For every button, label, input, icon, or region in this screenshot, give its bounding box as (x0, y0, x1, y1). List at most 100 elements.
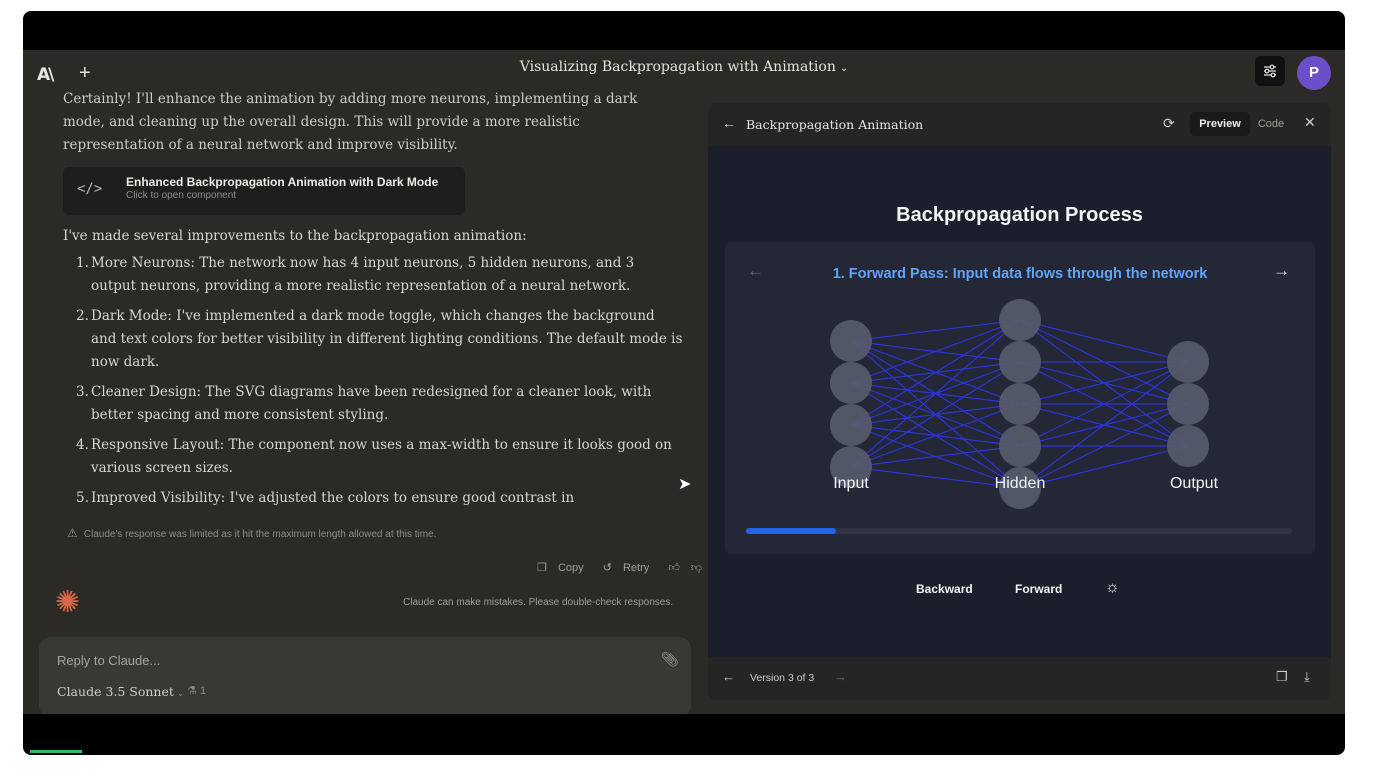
animation-controls: Backward Forward ☼ (708, 578, 1331, 602)
sliders-icon (1264, 64, 1276, 78)
copy-label: Copy (557, 562, 584, 574)
list-item-number: 4. (76, 437, 89, 453)
download-icon[interactable]: ⤓ (1304, 669, 1310, 685)
artifact-title: Backpropagation Animation (746, 117, 924, 132)
message-actions: ❐ Copy ↺ Retry 👍︎ 👎︎ (537, 561, 710, 574)
claude-spark-icon: ✺ (55, 586, 81, 619)
assistant-message: Certainly! I'll enhance the animation by… (63, 88, 683, 517)
list-item: 3. Cleaner Design: The SVG diagrams have … (63, 381, 683, 427)
chevron-down-icon: ⌄ (839, 63, 849, 74)
version-label: Version 3 of 3 (750, 672, 815, 684)
neuron (999, 299, 1041, 341)
close-icon[interactable]: ✕ (1304, 114, 1316, 131)
refresh-icon[interactable]: ⟳ (1163, 115, 1175, 132)
neuron (830, 404, 872, 446)
preview-heading: Backpropagation Process (896, 204, 1143, 226)
progress-track (746, 528, 1292, 534)
length-warning: ⚠ Claude's response was limited as it hit… (67, 526, 436, 540)
flask-icon: ⚗ (187, 685, 197, 697)
claude-app: A\ + Visualizing Backpropagation with An… (23, 50, 1345, 714)
neuron (1167, 383, 1209, 425)
warning-icon: ⚠ (67, 526, 78, 540)
retry-button[interactable]: ↺ Retry (603, 562, 658, 574)
improvement-list: 1. More Neurons: The network now has 4 in… (63, 252, 683, 510)
mouse-cursor-icon: ➤ (678, 476, 692, 493)
layer-label: Input (833, 475, 869, 492)
connection-edge (1019, 319, 1189, 363)
conversation-title-text: Visualizing Backpropagation with Animati… (519, 59, 836, 75)
step-label: 1. Forward Pass: Input data flows throug… (832, 266, 1208, 282)
backward-button[interactable]: Backward (916, 582, 973, 596)
paperclip-icon[interactable]: 📎︎ (661, 651, 679, 668)
retry-label: Retry (622, 562, 650, 574)
tab-code[interactable]: Code (1250, 112, 1292, 136)
list-item-text: Cleaner Design: The SVG diagrams have be… (91, 384, 652, 423)
thumbs-up-icon[interactable]: 👍︎ (668, 562, 680, 574)
artifact-footer: ← Version 3 of 3 → ❐ ⤓ (708, 657, 1331, 700)
connection-edge (850, 319, 1021, 384)
code-icon: </> (77, 181, 103, 197)
copy-icon: ❐ (537, 562, 547, 574)
neuron (830, 362, 872, 404)
list-item-number: 1. (76, 255, 89, 271)
list-item-text: Improved Visibility: I've adjusted the c… (91, 490, 575, 506)
view-toggle: Preview Code (1190, 112, 1308, 136)
forward-button[interactable]: Forward (1015, 582, 1062, 596)
artifact-card-title: Enhanced Backpropagation Animation with … (126, 175, 439, 189)
sun-icon[interactable]: ☼ (1105, 579, 1120, 597)
list-item-text: More Neurons: The network now has 4 inpu… (91, 255, 635, 294)
retry-icon: ↺ (602, 562, 612, 574)
list-item-text: Dark Mode: I've implemented a dark mode … (91, 308, 683, 370)
reply-input[interactable] (57, 653, 617, 668)
tab-preview[interactable]: Preview (1190, 112, 1250, 136)
neuron (999, 425, 1041, 467)
copy-button[interactable]: ❐ Copy (537, 562, 592, 574)
layer-label: Output (1170, 475, 1219, 492)
settings-button[interactable] (1255, 56, 1285, 86)
message-lead: I've made several improvements to the ba… (63, 228, 527, 244)
arrow-left-icon[interactable]: ← (722, 115, 736, 131)
previous-version-icon[interactable]: ← (722, 669, 735, 684)
arrow-right-icon[interactable]: → (1273, 261, 1290, 281)
list-item-number: 5. (76, 490, 89, 506)
video-frame: A\ + Visualizing Backpropagation with An… (23, 11, 1345, 755)
disclaimer: Claude can make mistakes. Please double-… (403, 597, 674, 608)
list-item-number: 2. (76, 308, 89, 324)
connection-edge (850, 445, 1021, 468)
experiment-counter[interactable]: ⚗ 1 (187, 684, 206, 697)
neuron (999, 383, 1041, 425)
animation-card: ← 1. Forward Pass: Input data flows thro… (725, 242, 1315, 554)
neuron (1167, 425, 1209, 467)
length-warning-text: Claude's response was limited as it hit … (83, 529, 437, 540)
list-item: 1. More Neurons: The network now has 4 in… (63, 252, 683, 298)
artifact-card[interactable]: </> Enhanced Backpropagation Animation w… (63, 167, 465, 215)
neuron (830, 320, 872, 362)
neuron (1167, 341, 1209, 383)
list-item: 2. Dark Mode: I've implemented a dark mod… (63, 305, 683, 374)
progress-fill (746, 528, 837, 534)
list-item: 4. Responsive Layout: The component now u… (63, 434, 683, 480)
connection-edge (850, 319, 1021, 468)
avatar[interactable]: P (1297, 56, 1331, 90)
model-selector[interactable]: Claude 3.5 Sonnet ⌄ (57, 684, 184, 699)
artifact-panel: ← Backpropagation Animation ⟳ Preview Co… (708, 103, 1331, 700)
connection-edge (850, 403, 1021, 468)
connection-edge (1019, 361, 1189, 489)
neuron (999, 341, 1041, 383)
message-intro: Certainly! I'll enhance the animation by… (63, 91, 638, 153)
neural-network-diagram: Input Hidden Output (830, 299, 1219, 509)
model-name: Claude 3.5 Sonnet (57, 684, 174, 699)
chevron-down-icon: ⌄ (176, 689, 185, 699)
list-item-number: 3. (76, 384, 89, 400)
conversation-title[interactable]: Visualizing Backpropagation with Animati… (23, 59, 1345, 75)
connection-edge (850, 319, 1021, 342)
experiment-count: 1 (199, 685, 207, 697)
thumbs-down-icon[interactable]: 👎︎ (691, 562, 702, 574)
connection-edge (850, 319, 1021, 426)
clipboard-icon[interactable]: ❐ (1276, 669, 1288, 685)
video-progress-bar (30, 750, 82, 753)
list-item: 5. Improved Visibility: I've adjusted the… (63, 487, 683, 510)
next-version-icon[interactable]: → (834, 669, 847, 684)
artifact-header: ← Backpropagation Animation ⟳ Preview Co… (708, 103, 1331, 146)
connection-edge (850, 361, 1021, 468)
